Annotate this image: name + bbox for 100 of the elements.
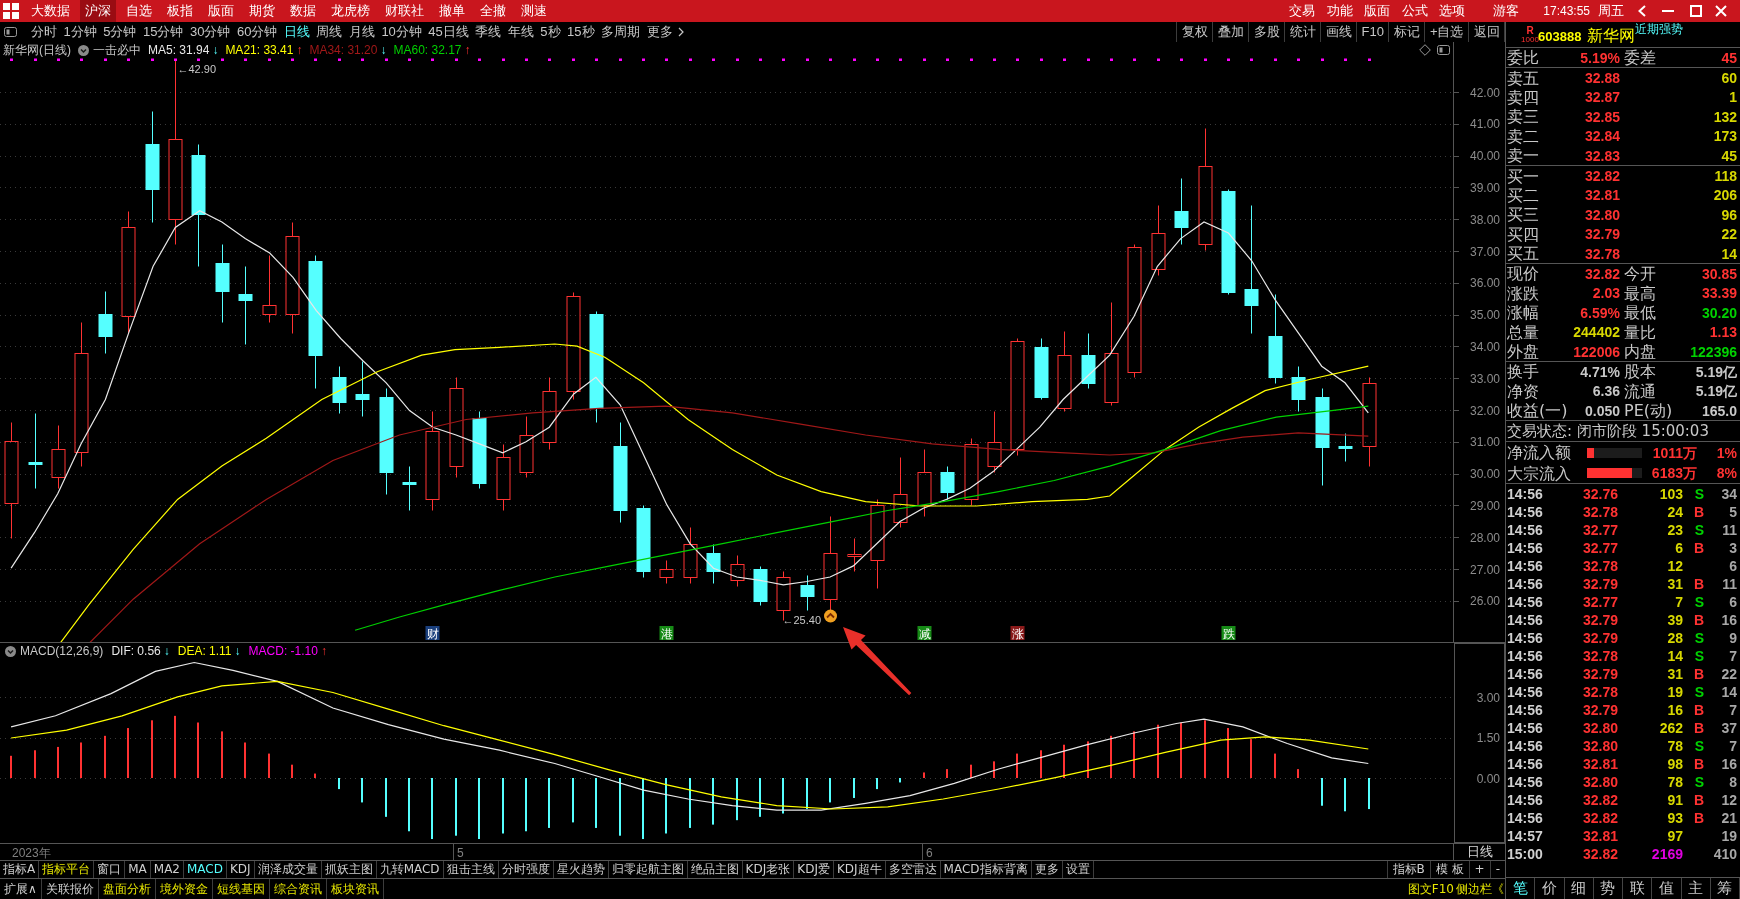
menu-item[interactable]: 大数据 [26, 0, 75, 22]
menu-item[interactable]: 版面 [203, 0, 239, 22]
quote-tab[interactable]: 值 [1652, 878, 1682, 899]
quote-tab[interactable]: 笔 [1506, 878, 1536, 899]
indicator-tab[interactable]: MACD [184, 861, 227, 878]
event-tag[interactable]: 跌 [1221, 626, 1236, 641]
period-tab[interactable]: 30分钟 [189, 22, 231, 42]
period-tab[interactable]: 年线 [507, 22, 534, 42]
menu-item[interactable]: 测速 [516, 0, 552, 22]
menu-item[interactable]: 财联社 [380, 0, 429, 22]
menu-item[interactable]: 公式 [1401, 0, 1428, 22]
indicator-tab[interactable]: 指标平台 [39, 861, 95, 878]
indicator-tab[interactable]: KDJ爱 [794, 861, 834, 878]
link-tab[interactable]: 板块资讯 [326, 879, 384, 899]
quote-tab[interactable]: 价 [1535, 878, 1565, 899]
user-label[interactable]: 游客 [1493, 0, 1520, 22]
diamond-icon[interactable] [1419, 44, 1431, 56]
event-tag[interactable]: 减 [917, 626, 932, 641]
toolbar-button[interactable]: 指标B [1386, 861, 1430, 878]
link-tab[interactable]: 盘面分析 [98, 879, 156, 899]
menu-item[interactable]: 自选 [121, 0, 157, 22]
link-tab[interactable]: 综合资讯 [269, 879, 327, 899]
period-tab[interactable]: 多周期 [601, 22, 640, 42]
maximize-icon[interactable] [1690, 5, 1702, 17]
menu-item[interactable]: 版面 [1364, 0, 1391, 22]
tool-button[interactable]: 复权 [1176, 22, 1212, 42]
menu-item[interactable]: 数据 [285, 0, 321, 22]
indicator-tab[interactable]: 多空雷达 [885, 861, 941, 878]
period-tab[interactable]: 15秒 [567, 22, 595, 42]
period-tab[interactable]: 5秒 [540, 22, 561, 42]
event-tag[interactable]: 财 [425, 626, 440, 641]
indicator-tab[interactable]: 指标A [0, 861, 40, 878]
dropdown-icon[interactable] [5, 645, 16, 657]
tool-button[interactable]: 统计 [1284, 22, 1320, 42]
menu-item[interactable]: 板指 [162, 0, 198, 22]
link-tab[interactable]: 境外资金 [155, 879, 213, 899]
menu-item[interactable]: 选项 [1439, 0, 1466, 22]
period-tab[interactable]: 季线 [475, 22, 502, 42]
dropdown-icon[interactable] [78, 44, 89, 56]
side-link[interactable]: 侧边栏《 [1455, 879, 1505, 899]
indicator-tab[interactable]: 星火趋势 [553, 861, 609, 878]
quote-tab[interactable]: 势 [1593, 878, 1623, 899]
side-link[interactable]: 图文F10 [1406, 879, 1455, 899]
link-tab[interactable]: 短线基因 [212, 879, 270, 899]
indicator-tab[interactable]: 窗口 [94, 861, 126, 878]
period-tab[interactable]: 5分钟 [103, 22, 137, 42]
indicator-tab[interactable]: 润泽成交量 [254, 861, 322, 878]
toolbar-button[interactable]: + [1468, 861, 1490, 878]
period-tab[interactable]: 60分钟 [236, 22, 278, 42]
period-tab[interactable]: 日线 [283, 22, 310, 42]
indicator-tab[interactable]: 抓妖主图 [321, 861, 377, 878]
tool-button[interactable]: 标记 [1388, 22, 1425, 42]
period-tab[interactable]: 45日线 [428, 22, 469, 42]
menu-item[interactable]: 期货 [244, 0, 280, 22]
menu-item[interactable]: 龙虎榜 [326, 0, 375, 22]
panel-toggle-icon[interactable] [4, 27, 17, 37]
indicator-tab[interactable]: 分时强度 [498, 861, 554, 878]
more-menu[interactable]: 更多 [646, 22, 684, 42]
indicator-tab[interactable]: 狙击主线 [443, 861, 499, 878]
link-tab[interactable]: 关联报价 [41, 879, 99, 899]
menu-item[interactable]: 交易 [1289, 0, 1316, 22]
period-tab[interactable]: 15分钟 [142, 22, 184, 42]
link-tab[interactable]: 扩展∧ [0, 879, 42, 899]
period-tab[interactable]: 1分钟 [63, 22, 97, 42]
chevron-left-icon[interactable] [1638, 5, 1646, 17]
menu-item[interactable]: 全撤 [475, 0, 511, 22]
toolbar-button[interactable]: - [1489, 861, 1505, 878]
indicator-tab[interactable]: MA [125, 861, 151, 878]
indicator-tab[interactable]: 更多 [1031, 861, 1063, 878]
indicator-tab[interactable]: KDJ [226, 861, 255, 878]
quote-tab[interactable]: 细 [1564, 878, 1594, 899]
close-icon[interactable] [1715, 5, 1727, 17]
grid-icon[interactable] [3, 3, 19, 19]
indicator-tab[interactable]: KDJ老张 [742, 861, 795, 878]
period-tab[interactable]: 周线 [316, 22, 343, 42]
menu-item[interactable]: 功能 [1326, 0, 1353, 22]
indicator-tab[interactable]: 归零起航主图 [608, 861, 688, 878]
indicator-tab[interactable]: 设置 [1062, 861, 1094, 878]
tool-button[interactable]: F10 [1356, 22, 1389, 42]
tool-button[interactable]: 画线 [1320, 22, 1356, 42]
event-tag[interactable]: 港 [659, 626, 674, 641]
indicator-tab[interactable]: KDJ超牛 [833, 861, 886, 878]
indicator-tab[interactable]: MA2 [150, 861, 184, 878]
indicator-tab[interactable]: 绝品主图 [687, 861, 743, 878]
toolbar-button[interactable]: 模 板 [1429, 861, 1469, 878]
tool-button[interactable]: 叠加 [1212, 22, 1248, 42]
quote-tab[interactable]: 联 [1623, 878, 1653, 899]
tool-button[interactable]: +自选 [1424, 22, 1468, 42]
quote-tab[interactable]: 主 [1681, 878, 1711, 899]
tool-button[interactable]: 多股 [1248, 22, 1284, 42]
menu-item[interactable]: 沪深 [80, 0, 116, 22]
tool-button[interactable]: 返回 [1468, 22, 1504, 42]
event-tag[interactable]: 涨 [1010, 626, 1025, 641]
panel-toggle-icon[interactable] [1437, 45, 1450, 55]
period-tab[interactable]: 分时 [31, 22, 57, 42]
indicator-tab[interactable]: MACD指标背离 [940, 861, 1032, 878]
menu-item[interactable]: 撤单 [434, 0, 470, 22]
period-tab[interactable]: 10分钟 [381, 22, 422, 42]
period-tab[interactable]: 月线 [348, 22, 375, 42]
indicator-tab[interactable]: 九转MACD [376, 861, 444, 878]
